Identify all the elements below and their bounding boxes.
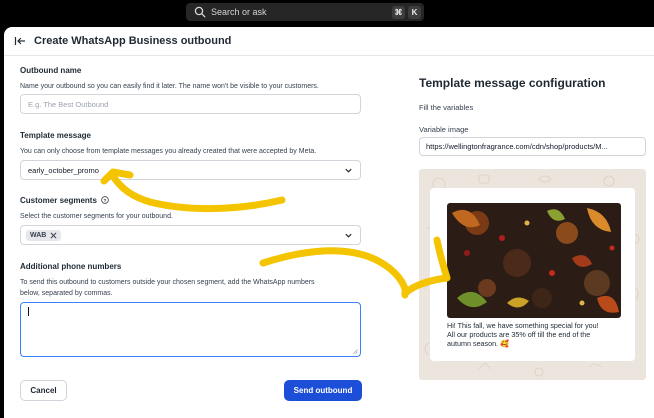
message-bubble: Hi! This fall, we have something special… bbox=[430, 188, 635, 361]
configuration-subtitle: Fill the variables bbox=[419, 103, 474, 112]
search-placeholder: Search or ask bbox=[211, 7, 267, 17]
customer-segments-label: Customer segments ? bbox=[20, 196, 109, 205]
cancel-button[interactable]: Cancel bbox=[20, 380, 67, 401]
text-caret bbox=[28, 307, 29, 316]
help-icon[interactable]: ? bbox=[101, 196, 109, 204]
segment-tag-label: WAB bbox=[30, 231, 47, 239]
message-text: Hi! This fall, we have something special… bbox=[447, 321, 627, 348]
autumn-leaves-spices-photo bbox=[447, 203, 621, 318]
variable-image-input[interactable]: https://wellingtonfragrance.com/cdn/shop… bbox=[419, 137, 646, 156]
shortcut-key-cmd: ⌘ bbox=[392, 5, 405, 19]
template-message-label: Template message bbox=[20, 131, 91, 140]
chevron-down-icon bbox=[345, 168, 352, 173]
message-line-1: Hi! This fall, we have something special… bbox=[447, 321, 599, 330]
phone-numbers-textarea[interactable] bbox=[20, 302, 361, 357]
phone-numbers-help-line1: To send this outbound to customers outsi… bbox=[20, 279, 315, 286]
template-message-select[interactable]: early_october_promo bbox=[20, 160, 361, 180]
customer-segments-help: Select the customer segments for your ou… bbox=[20, 213, 173, 220]
send-outbound-button[interactable]: Send outbound bbox=[284, 380, 362, 401]
shortcut-key-k: K bbox=[408, 5, 421, 19]
search-bar[interactable]: Search or ask ⌘ K bbox=[186, 3, 424, 21]
customer-segments-select[interactable]: WAB bbox=[20, 225, 361, 245]
page-title: Create WhatsApp Business outbound bbox=[34, 35, 232, 47]
outbound-panel: Create WhatsApp Business outbound Outbou… bbox=[4, 27, 654, 418]
outbound-name-label: Outbound name bbox=[20, 66, 82, 75]
template-message-value: early_october_promo bbox=[28, 165, 99, 175]
top-bar: Search or ask ⌘ K bbox=[0, 0, 654, 27]
customer-segments-label-text: Customer segments bbox=[20, 196, 97, 205]
configuration-title: Template message configuration bbox=[419, 76, 606, 90]
message-preview: Hi! This fall, we have something special… bbox=[419, 169, 646, 380]
template-message-help: You can only choose from template messag… bbox=[20, 148, 317, 155]
svg-text:?: ? bbox=[104, 198, 107, 204]
message-line-2: All our products are 35% off till the en… bbox=[447, 330, 591, 339]
outbound-name-placeholder: E.g. The Best Outbound bbox=[28, 99, 109, 109]
outbound-name-input[interactable]: E.g. The Best Outbound bbox=[20, 94, 361, 114]
chevron-down-icon bbox=[345, 233, 352, 238]
search-icon bbox=[194, 6, 206, 18]
outbound-name-help: Name your outbound so you can easily fin… bbox=[20, 83, 319, 90]
panel-header: Create WhatsApp Business outbound bbox=[4, 27, 654, 56]
resize-handle-icon[interactable] bbox=[353, 349, 358, 354]
variable-image-label: Variable image bbox=[419, 125, 469, 134]
phone-numbers-label: Additional phone numbers bbox=[20, 262, 122, 271]
segment-tag: WAB bbox=[26, 229, 62, 241]
collapse-left-icon[interactable] bbox=[14, 35, 26, 47]
phone-numbers-help-line2: below, separated by commas. bbox=[20, 290, 113, 297]
message-line-3: autumn season. 🥰 bbox=[447, 339, 510, 348]
remove-tag-icon[interactable] bbox=[50, 232, 57, 239]
